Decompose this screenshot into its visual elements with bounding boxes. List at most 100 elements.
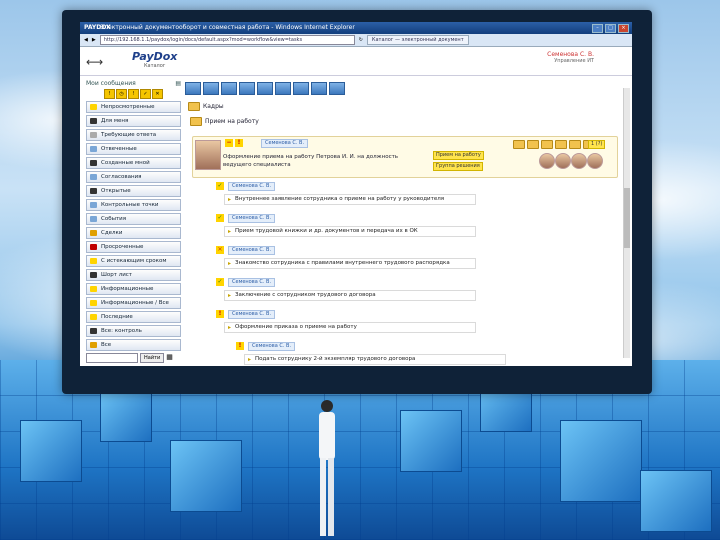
sidebar-item-icon: [90, 230, 97, 236]
task-assignee[interactable]: Семенова С. В.: [228, 214, 276, 223]
folder-label: Кадры: [203, 103, 224, 110]
task-status-icon: ✓: [216, 278, 224, 286]
sidebar-item-label: С истекающим сроком: [101, 258, 167, 264]
briefcase-icon[interactable]: [257, 82, 273, 95]
sidebar-item[interactable]: Последние: [86, 311, 181, 323]
sidebar-search-input[interactable]: [86, 353, 138, 363]
sidebar-item[interactable]: Созданные мной: [86, 157, 181, 169]
process-card[interactable]: − ! Семенова С. В. Оформление приема на …: [192, 136, 618, 178]
folder-icon[interactable]: [527, 140, 539, 149]
sidebar-item[interactable]: Шорт лист: [86, 269, 181, 281]
sidebar-filter-icons: ! ◷ ! ✓ ✕: [86, 89, 181, 99]
decor-cube: [560, 420, 642, 502]
process-title[interactable]: Оформление приема на работу Петрова И. И…: [223, 153, 423, 169]
process-author[interactable]: Семенова С. В.: [261, 139, 309, 148]
refresh-icon[interactable]: ↻: [359, 37, 363, 43]
address-input[interactable]: http://192.168.1.1/paydox/login/docs/def…: [99, 35, 355, 45]
menu-icon[interactable]: [329, 82, 345, 95]
close-button[interactable]: ×: [618, 24, 629, 33]
sidebar-item[interactable]: Контрольные точки: [86, 199, 181, 211]
list-icon[interactable]: [221, 82, 237, 95]
user-name: Семенова С. В.: [547, 51, 594, 58]
folder-icon[interactable]: [541, 140, 553, 149]
sidebar-item[interactable]: Информационные: [86, 283, 181, 295]
sidebar-item[interactable]: События: [86, 213, 181, 225]
standing-man-figure: [319, 400, 335, 536]
edit-icon[interactable]: [239, 82, 255, 95]
user-icon[interactable]: [311, 82, 327, 95]
sidebar-item-label: Все: [101, 342, 112, 348]
task-row[interactable]: Заключение с сотрудником трудового догов…: [224, 290, 476, 301]
check-icon[interactable]: ✓: [140, 89, 151, 99]
sidebar-item[interactable]: Согласования: [86, 171, 181, 183]
app-header: ⟷ PayDox Каталог Семенова С. В. Управлен…: [80, 47, 632, 76]
user-info[interactable]: Семенова С. В. Управление ИТ: [547, 51, 594, 64]
folder-icon[interactable]: [555, 140, 567, 149]
refresh-icon[interactable]: [293, 82, 309, 95]
sidebar-item-icon: [90, 160, 97, 166]
sidebar-item[interactable]: Все: контроль: [86, 325, 181, 337]
browser-tab[interactable]: Каталог — электронный документ: [366, 35, 469, 45]
sidebar-item[interactable]: Отвеченные: [86, 143, 181, 155]
collapse-arrows-icon[interactable]: ⟷: [86, 55, 103, 69]
participant-avatar: [539, 153, 555, 169]
folder-icon: [188, 102, 200, 111]
scrollbar-thumb[interactable]: [624, 188, 630, 248]
sidebar-item[interactable]: Для меня: [86, 115, 181, 127]
folder-item[interactable]: Прием на работу: [188, 117, 259, 126]
brand-name: PayDox: [132, 50, 178, 63]
process-group-badge[interactable]: Группа решения: [433, 162, 483, 171]
sidebar-item-label: Информационные / Все: [101, 300, 169, 306]
mail-icon[interactable]: [203, 82, 219, 95]
sidebar-item[interactable]: С истекающим сроком: [86, 255, 181, 267]
sidebar-item-icon: [90, 314, 97, 320]
sidebar-item[interactable]: Непросмотренные: [86, 101, 181, 113]
process-type-badge[interactable]: Прием на работу: [433, 151, 484, 160]
collapse-icon[interactable]: −: [225, 139, 233, 147]
sidebar-item-label: Открытые: [101, 188, 131, 194]
task-status-icon: ✓: [216, 182, 224, 190]
sidebar-item[interactable]: Просроченные: [86, 241, 181, 253]
user-role: Управление ИТ: [554, 58, 594, 64]
scrollbar[interactable]: [623, 88, 630, 358]
task-row[interactable]: Внутреннее заявление сотрудника о приеме…: [224, 194, 476, 205]
task-assignee[interactable]: Семенова С. В.: [228, 246, 276, 255]
task-row[interactable]: Оформление приказа о приеме на работу: [224, 322, 476, 333]
sidebar-item[interactable]: Открытые: [86, 185, 181, 197]
task-row[interactable]: Подать сотруднику 2-й экземпляр трудовог…: [244, 354, 506, 365]
window-title: Электронный документооборот и совместная…: [100, 24, 355, 31]
app-label: PAYDOX: [84, 24, 111, 31]
sidebar-search-button[interactable]: Найти: [140, 353, 165, 363]
sidebar-item[interactable]: Требующие ответа: [86, 129, 181, 141]
sidebar: Мои сообщения ▤ ! ◷ ! ✓ ✕ Непросмотренны…: [86, 80, 181, 363]
alert-icon[interactable]: !: [128, 89, 139, 99]
sidebar-item[interactable]: Информационные / Все: [86, 297, 181, 309]
folder-item[interactable]: Кадры: [188, 102, 259, 111]
minimize-button[interactable]: –: [592, 24, 603, 33]
filter-icon[interactable]: !: [104, 89, 115, 99]
task-assignee[interactable]: Семенова С. В.: [228, 182, 276, 191]
logo[interactable]: PayDox Каталог: [132, 50, 177, 69]
participant-avatar: [571, 153, 587, 169]
folder-icon[interactable]: [569, 140, 581, 149]
maximize-button[interactable]: □: [605, 24, 616, 33]
new-document-icon[interactable]: [185, 82, 201, 95]
task-assignee[interactable]: Семенова С. В.: [248, 342, 296, 351]
back-icon[interactable]: ◀: [84, 37, 88, 43]
sidebar-item[interactable]: Сделки: [86, 227, 181, 239]
clock-icon[interactable]: ◷: [116, 89, 127, 99]
cross-icon[interactable]: ✕: [152, 89, 163, 99]
calendar-icon[interactable]: [275, 82, 291, 95]
sidebar-item-icon: [90, 118, 97, 124]
sidebar-item[interactable]: Все: [86, 339, 181, 351]
task-assignee[interactable]: Семенова С. В.: [228, 310, 276, 319]
task-row[interactable]: Знакомство сотрудника с правилами внутре…: [224, 258, 476, 269]
calendar-icon[interactable]: ▦: [166, 353, 173, 363]
book-icon[interactable]: ▤: [175, 80, 181, 87]
task-assignee[interactable]: Семенова С. В.: [228, 278, 276, 287]
folder-icon[interactable]: [513, 140, 525, 149]
sidebar-item-label: Информационные: [101, 286, 154, 292]
task-row[interactable]: Прием трудовой книжки и др. документов и…: [224, 226, 476, 237]
forward-icon[interactable]: ▶: [92, 37, 96, 43]
count-badge[interactable]: 1 (?): [588, 140, 606, 149]
